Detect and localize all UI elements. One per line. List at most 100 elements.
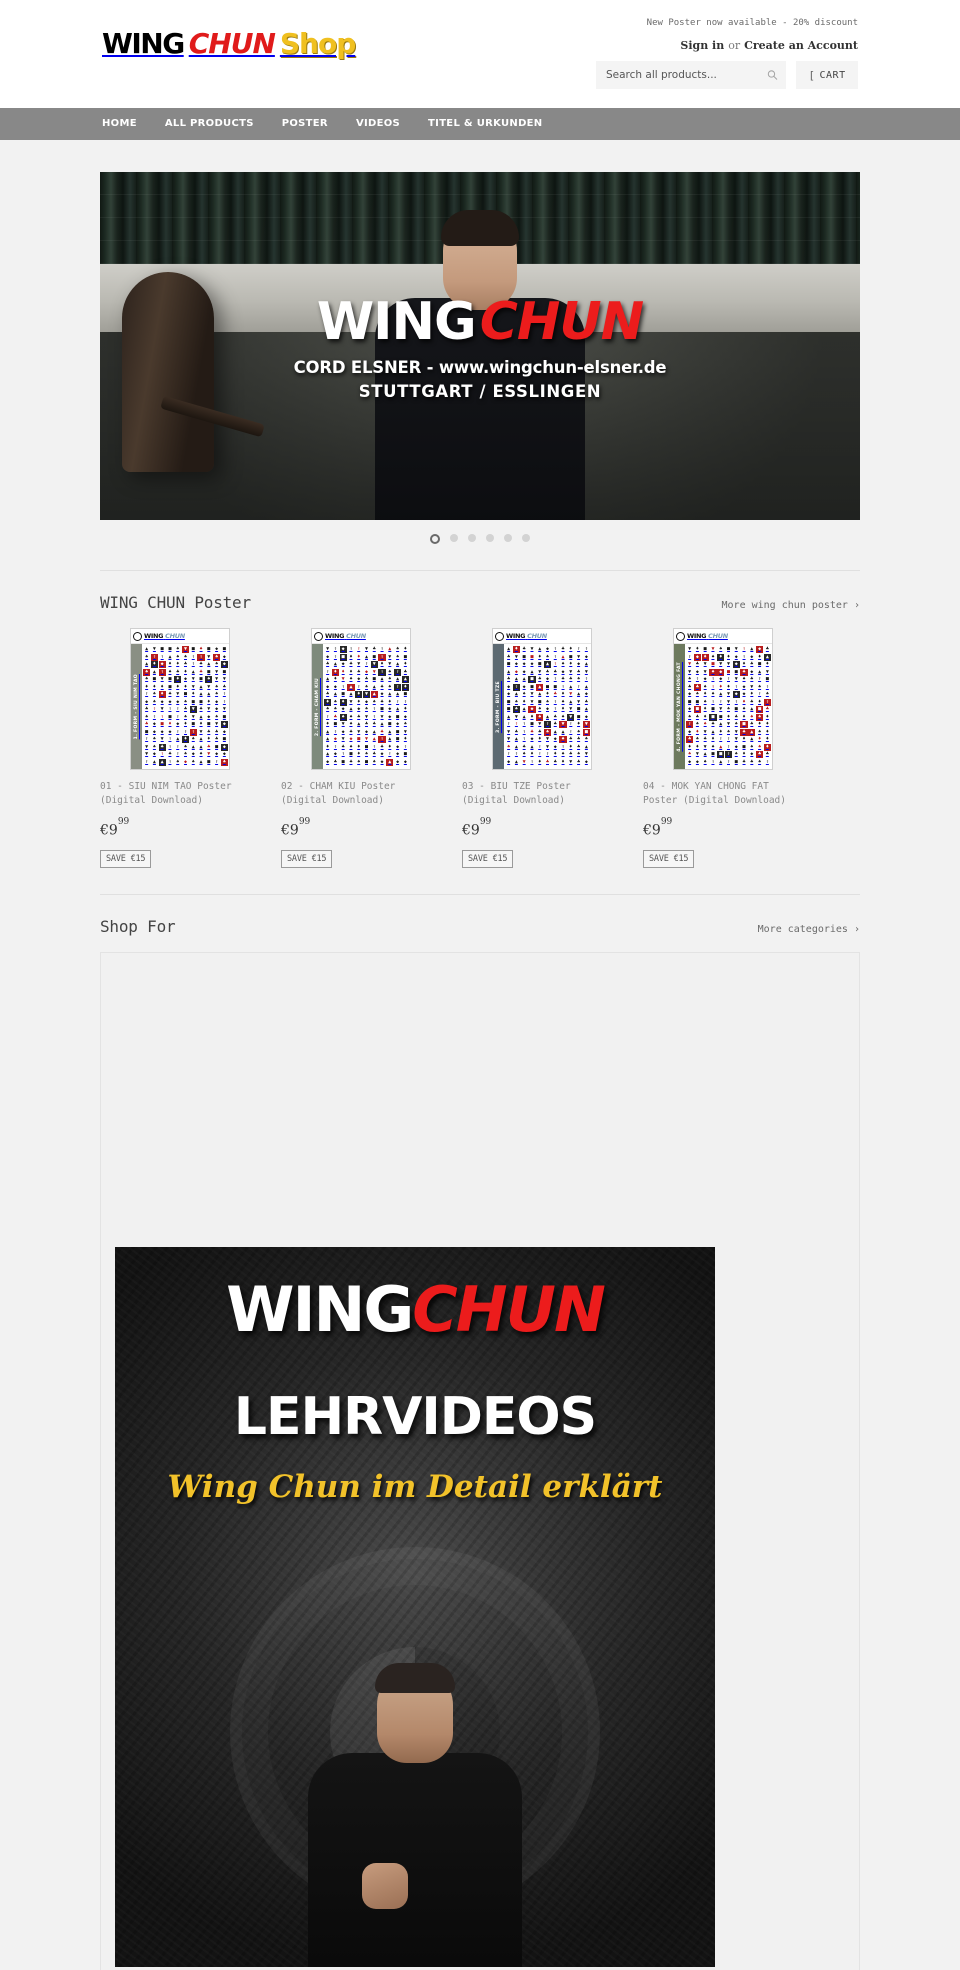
poster-figure-cell: ♣: [326, 691, 330, 697]
poster-figure-cell: ◆: [584, 758, 588, 765]
poster-figure-cell: ◆: [326, 758, 330, 765]
poster-figure-cell: ♠: [339, 713, 347, 721]
nav-item-all-products[interactable]: ALL PRODUCTS: [151, 108, 268, 140]
nav-item-videos[interactable]: VIDEOS: [342, 108, 414, 140]
hero-slide[interactable]: WINGCHUN CORD ELSNER - www.wingchun-elsn…: [100, 172, 860, 520]
poster-figure-cell: ↑: [357, 683, 361, 690]
poster-figure-cell: ♠: [183, 743, 187, 750]
poster-figure-cell: ▲: [719, 743, 723, 750]
search-input[interactable]: [604, 68, 759, 82]
poster-figure-cell: ♦: [388, 743, 392, 750]
carousel-dot-3[interactable]: [468, 534, 476, 542]
poster-figure-cell: ♦: [742, 713, 746, 720]
poster-figure-cell: ♦: [561, 758, 565, 765]
product-thumbnail[interactable]: WING CHUN 3. FORM - BIU TZE ▲ ♦ ♣ ▼ ▲ ◆ ↑ ♣ ♦ ↑ ↑ ♣ ▼ ■…: [492, 628, 592, 770]
nav-item-titel-urkunden[interactable]: TITEL & URKUNDEN: [414, 108, 556, 140]
product-title-link[interactable]: 02 - CHAM KIU Poster (Digital Download): [281, 780, 441, 808]
sign-in-link[interactable]: Sign in: [680, 39, 724, 52]
poster-figure-cell: ↑: [380, 646, 384, 652]
carousel-dot-4[interactable]: [486, 534, 494, 542]
search-icon[interactable]: [767, 70, 778, 81]
product-title-link[interactable]: 03 - BIU TZE Poster (Digital Download): [462, 780, 622, 808]
site-logo[interactable]: WING CHUN Shop: [102, 30, 356, 58]
poster-figure-cell: ♣: [222, 683, 226, 690]
poster-figure-cell: ↑: [553, 661, 557, 667]
poster-figure-cell: ■: [507, 706, 511, 712]
poster-figure-cell: ■: [734, 758, 738, 765]
more-categories-link[interactable]: More categories ›: [758, 924, 860, 935]
cart-label: CART: [819, 69, 846, 81]
hero-subtitle-secondary: STUTTGART / ESSLINGEN: [358, 382, 602, 401]
promo-banner-text: New Poster now available - 20% discount: [646, 18, 858, 28]
product-title-link[interactable]: 04 - MOK YAN CHONG FAT Poster (Digital D…: [643, 780, 803, 808]
poster-figure-cell: ↑: [724, 751, 733, 758]
more-wing-chun-poster-link[interactable]: More wing chun poster ›: [722, 600, 860, 611]
poster-figure-cell: ♣: [577, 668, 581, 675]
carousel-dot-5[interactable]: [504, 534, 512, 542]
poster-figure-cell: ▲: [372, 683, 376, 690]
poster-figure-cell: ▼: [703, 743, 707, 750]
product-title-link[interactable]: 01 - SIU NIM TAO Poster (Digital Downloa…: [100, 780, 260, 808]
product-thumbnail[interactable]: WING CHUN 2. FORM - CHAM KIU ▼ ↑ ◆ ↑ ↑ ▼ ♣ ↑ ▲ ♠ ♦ ◆ ↑…: [311, 628, 411, 770]
poster-figure-cell: ♠: [388, 683, 392, 690]
poster-figure-cell: ◆: [215, 698, 219, 705]
poster-figure-cell: ♠: [152, 736, 156, 742]
poster-figure-cell: ▼: [160, 736, 164, 742]
poster-figure-cell: ▼: [160, 676, 164, 682]
search-box[interactable]: [596, 61, 786, 89]
poster-figure-cell: ♣: [750, 721, 754, 727]
nav-item-home[interactable]: HOME: [100, 108, 151, 140]
poster-figure-cell: ◆: [577, 661, 581, 667]
poster-figure-cell: ♠: [561, 661, 565, 667]
poster-figure-cell: ▼: [215, 676, 219, 682]
poster-figure-cell: ♦: [765, 728, 769, 735]
poster-figure-cell: ◆: [719, 676, 723, 682]
poster-figure-cell: ↑: [514, 721, 518, 727]
poster-figure-cell: ◆: [326, 653, 330, 660]
poster-figure-cell: ■: [709, 713, 717, 721]
poster-figure-cell: ↑: [191, 661, 195, 667]
poster-figure-cell: ■: [553, 683, 557, 690]
poster-figure-cell: ♦: [742, 698, 746, 705]
poster-figure-cell: ♠: [742, 706, 746, 712]
poster-figure-cell: ↑: [333, 653, 337, 660]
poster-figure-cell: ♦: [726, 683, 730, 690]
product-thumbnail[interactable]: WING CHUN 1. FORM - SIU NIM TAO ▲ ▼ ■ ■ ♠ ▼ ■ ♠ ■ ◆…: [130, 628, 230, 770]
poster-figure-cell: ♠: [199, 751, 203, 757]
poster-figure-cell: ♣: [199, 706, 203, 712]
poster-figure-cell: ▼: [569, 758, 573, 765]
poster-figure-cell: ♣: [507, 653, 511, 660]
nav-item-poster[interactable]: POSTER: [268, 108, 342, 140]
product-image-box: WING CHUN 2. FORM - CHAM KIU ▼ ↑ ◆ ↑ ↑ ▼ ♣ ↑ ▲ ♠ ♦ ◆ ↑…: [281, 628, 441, 770]
poster-figure-cell: ♦: [717, 653, 725, 661]
poster-figure-cell: ♣: [742, 758, 746, 765]
create-account-link[interactable]: Create an Account: [744, 39, 858, 52]
hero-title: WINGCHUN: [100, 296, 860, 348]
poster-figure-cell: ♦: [145, 683, 149, 690]
carousel-dot-6[interactable]: [522, 534, 530, 542]
poster-figure-cell: ◆: [222, 728, 226, 735]
carousel-dot-1[interactable]: [430, 534, 440, 544]
cart-button[interactable]: [ CART: [796, 61, 858, 89]
product-thumbnail[interactable]: WING CHUN 4. FORM - MOK YAN CHONG FAT ▼ ♦ ■ ▼…: [673, 628, 773, 770]
poster-figure-cell: ◆: [380, 691, 384, 697]
carousel-dot-2[interactable]: [450, 534, 458, 542]
poster-figure-cell: ♠: [688, 713, 692, 720]
poster-figure-cell: ■: [222, 736, 226, 742]
lehrvideos-banner[interactable]: WINGCHUN LEHRVIDEOS Wing Chun im Detail …: [115, 1247, 715, 1968]
poster-figure-cell: ▲: [750, 646, 754, 652]
poster-header-text: WING CHUN: [506, 631, 547, 640]
poster-figure-cell: ♦: [152, 683, 156, 690]
poster-figure-cell: ↑: [765, 683, 769, 690]
poster-figure-cell: ◆: [357, 676, 361, 682]
poster-figure-cell: ♠: [758, 683, 762, 690]
poster-figure-cell: ▲: [719, 691, 723, 697]
poster-figure-cell: ▲: [569, 698, 573, 705]
poster-figure-cell: ↑: [711, 676, 715, 682]
poster-figure-cell: ♣: [380, 728, 384, 735]
poster-figure-cell: ◆: [168, 698, 172, 705]
poster-figure-cell: ▼: [538, 721, 542, 727]
poster-figure-cell: ↑: [333, 743, 337, 750]
carousel-dots: [100, 520, 860, 544]
poster-figure-cell: ◆: [530, 736, 534, 742]
